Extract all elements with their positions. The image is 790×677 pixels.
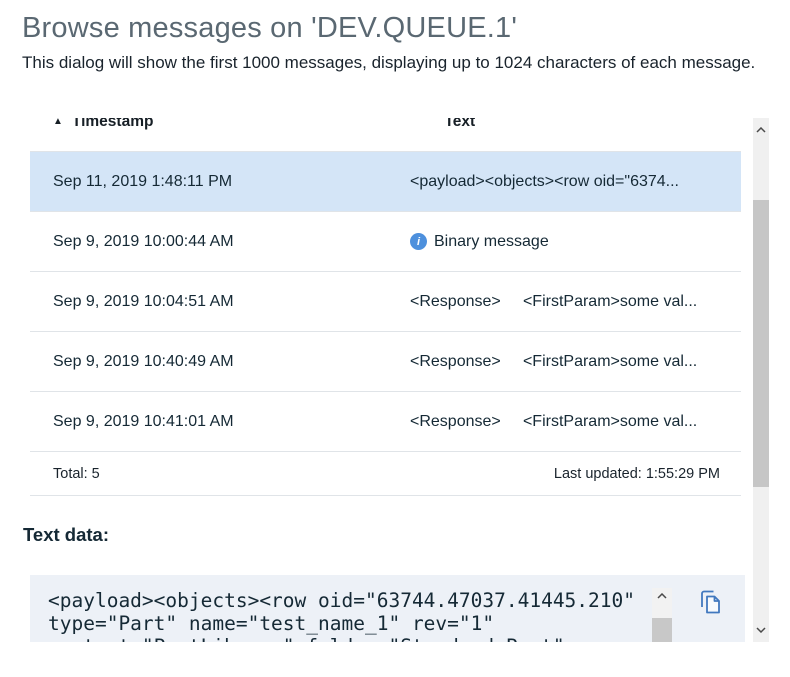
column-header-text-label: Text: [444, 118, 475, 130]
info-icon: i: [410, 233, 427, 250]
copy-icon: [697, 588, 723, 616]
page-title: Browse messages on 'DEV.QUEUE.1': [22, 12, 517, 45]
text-cell: <Response> <FirstParam>some val...: [410, 293, 741, 311]
table-row[interactable]: Sep 9, 2019 10:04:51 AM <Response> <Firs…: [30, 272, 741, 332]
text-data-heading: Text data:: [23, 524, 109, 546]
text-cell: i Binary message: [410, 233, 741, 251]
table-header-row: ▲ Timestamp Text: [30, 118, 741, 152]
scroll-down-button[interactable]: [753, 622, 769, 638]
total-count-label: Total: 5: [53, 466, 100, 482]
copy-button[interactable]: [694, 586, 726, 618]
timestamp-cell: Sep 11, 2019 1:48:11 PM: [30, 173, 410, 191]
scroll-up-button[interactable]: [753, 122, 769, 138]
dialog-scrollbar[interactable]: [753, 118, 769, 642]
column-header-timestamp[interactable]: ▲ Timestamp: [30, 118, 410, 131]
text-cell: <Response> <FirstParam>some val...: [410, 413, 741, 431]
table-row[interactable]: Sep 9, 2019 10:40:49 AM <Response> <Firs…: [30, 332, 741, 392]
column-header-text[interactable]: Text: [410, 118, 741, 149]
chevron-up-icon: [756, 127, 766, 133]
table-footer: Total: 5 Last updated: 1:55:29 PM: [30, 452, 741, 496]
timestamp-cell: Sep 9, 2019 10:00:44 AM: [30, 233, 410, 251]
table-row[interactable]: Sep 11, 2019 1:48:11 PM <payload><object…: [30, 152, 741, 212]
column-header-timestamp-label: Timestamp: [72, 118, 154, 131]
sort-ascending-icon: ▲: [53, 118, 63, 127]
dialog-scrollbar-thumb[interactable]: [753, 200, 769, 487]
binary-message-label: Binary message: [434, 233, 549, 251]
textarea-scroll-up-button[interactable]: [652, 588, 672, 604]
text-cell: <Response> <FirstParam>some val...: [410, 353, 741, 371]
table-row[interactable]: Sep 9, 2019 10:00:44 AM i Binary message: [30, 212, 741, 272]
textarea-scrollbar-thumb[interactable]: [652, 618, 672, 642]
dialog-scroll-viewport: ▲ Timestamp Text Sep 11, 2019 1:48:11 PM…: [0, 118, 753, 642]
messages-table: ▲ Timestamp Text Sep 11, 2019 1:48:11 PM…: [30, 118, 741, 496]
page-subtitle: This dialog will show the first 1000 mes…: [22, 52, 770, 73]
chevron-up-icon: [657, 593, 667, 599]
last-updated-label: Last updated: 1:55:29 PM: [554, 466, 720, 482]
message-text-area[interactable]: <payload><objects><row oid="63744.47037.…: [48, 589, 650, 642]
table-row[interactable]: Sep 9, 2019 10:41:01 AM <Response> <Firs…: [30, 392, 741, 452]
chevron-down-icon: [756, 627, 766, 633]
text-data-field: <payload><objects><row oid="63744.47037.…: [30, 575, 745, 642]
timestamp-cell: Sep 9, 2019 10:04:51 AM: [30, 293, 410, 311]
timestamp-cell: Sep 9, 2019 10:40:49 AM: [30, 353, 410, 371]
text-cell: <payload><objects><row oid="6374...: [410, 173, 741, 191]
textarea-scrollbar[interactable]: [652, 588, 672, 642]
timestamp-cell: Sep 9, 2019 10:41:01 AM: [30, 413, 410, 431]
